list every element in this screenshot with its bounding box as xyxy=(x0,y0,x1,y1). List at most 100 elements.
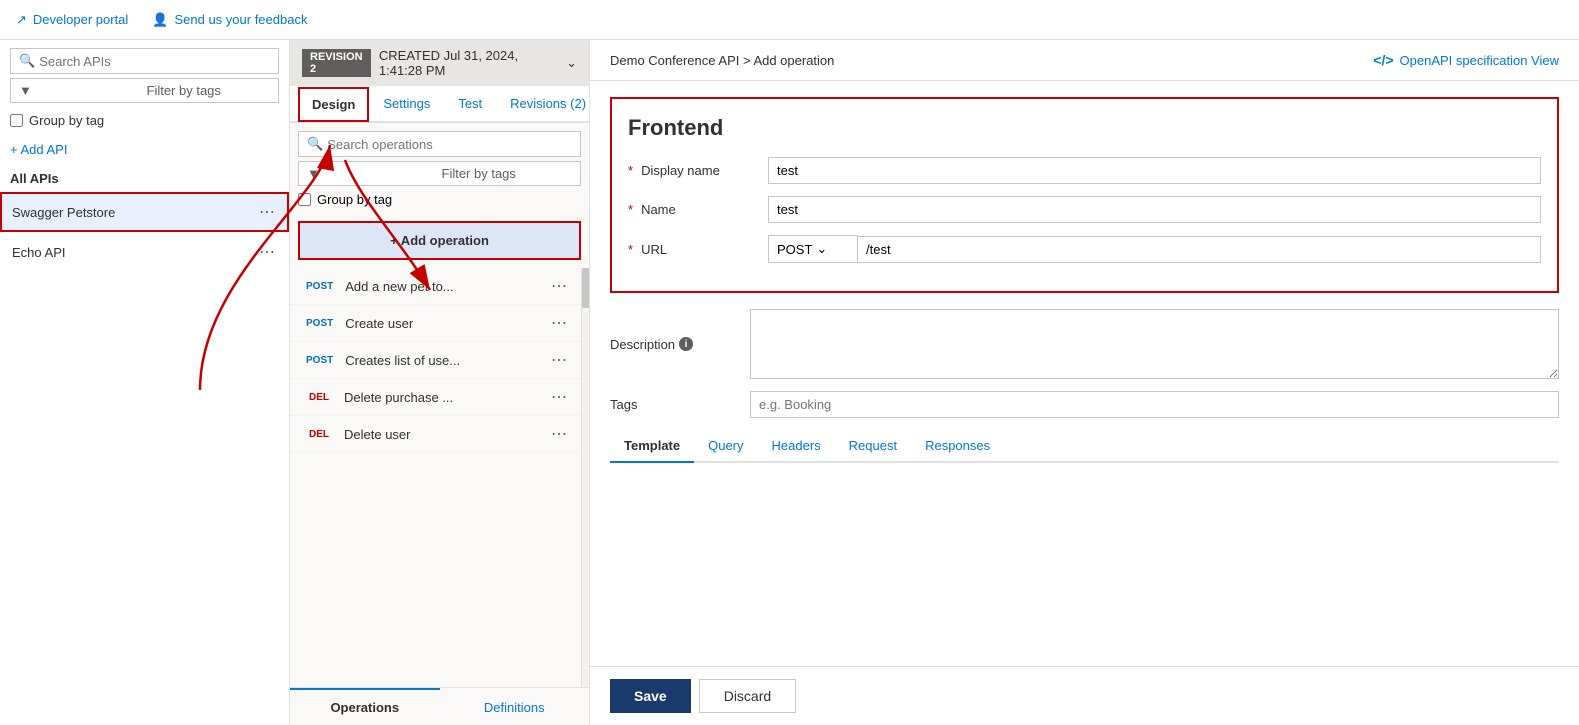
op-item-0[interactable]: POST Add a new pet to... ⋯ xyxy=(290,268,581,305)
filter-icon: ▼ xyxy=(19,83,143,98)
openapi-icon: </> xyxy=(1373,52,1393,68)
op-item-3[interactable]: DEL Delete purchase ... ⋯ xyxy=(290,379,581,416)
group-by-tag-checkbox[interactable] xyxy=(10,114,23,127)
api-name-echo: Echo API xyxy=(12,245,65,260)
ops-group-tag-row: Group by tag xyxy=(298,190,581,213)
op-dots-3[interactable]: ⋯ xyxy=(551,387,569,407)
frontend-title: Frontend xyxy=(628,115,1541,141)
revision-bar: REVISION 2 CREATED Jul 31, 2024, 1:41:28… xyxy=(290,40,589,86)
ops-search-input[interactable] xyxy=(327,137,572,152)
method-select[interactable]: POST ⌄ xyxy=(768,235,858,263)
sub-tab-responses[interactable]: Responses xyxy=(911,430,1004,463)
display-name-input[interactable] xyxy=(768,157,1541,184)
ops-group-tag-checkbox[interactable] xyxy=(298,193,311,206)
op-dots-1[interactable]: ⋯ xyxy=(551,313,569,333)
ops-search-icon: 🔍 xyxy=(307,136,323,152)
scroll-track[interactable] xyxy=(581,268,589,687)
required-star-name: * xyxy=(628,202,633,217)
op-dots-4[interactable]: ⋯ xyxy=(551,424,569,444)
feedback-label: Send us your feedback xyxy=(174,12,307,27)
op-dots-2[interactable]: ⋯ xyxy=(551,350,569,370)
ops-search-box[interactable]: 🔍 xyxy=(298,131,581,157)
description-info-icon[interactable]: i xyxy=(679,337,693,351)
op-item-4[interactable]: DEL Delete user ⋯ xyxy=(290,416,581,453)
group-by-tag-label: Group by tag xyxy=(29,113,104,128)
add-operation-label: + Add operation xyxy=(390,233,489,248)
sub-tab-template[interactable]: Template xyxy=(610,430,694,463)
sidebar-search-area: 🔍 ▼ Filter by tags xyxy=(0,40,289,107)
revision-chevron-icon[interactable]: ⌄ xyxy=(566,55,577,71)
api-dots-echo[interactable]: ⋯ xyxy=(259,242,277,262)
method-badge-4: DEL xyxy=(302,427,336,442)
right-panel: Demo Conference API > Add operation </> … xyxy=(590,40,1579,725)
save-button[interactable]: Save xyxy=(610,679,691,713)
ops-list: POST Add a new pet to... ⋯ POST Create u… xyxy=(290,268,581,687)
add-operation-button[interactable]: + Add operation xyxy=(298,221,581,260)
scroll-thumb[interactable] xyxy=(582,268,589,308)
add-api-label: + Add API xyxy=(10,142,67,157)
op-name-1: Create user xyxy=(345,316,413,331)
op-item-1[interactable]: POST Create user ⋯ xyxy=(290,305,581,342)
description-label: Description i xyxy=(610,337,750,352)
ops-filter-icon: ▼ xyxy=(307,166,438,181)
op-name-2: Creates list of use... xyxy=(345,353,460,368)
sub-tab-headers[interactable]: Headers xyxy=(758,430,835,463)
bottom-tab-operations[interactable]: Operations xyxy=(290,688,440,725)
discard-button[interactable]: Discard xyxy=(699,679,796,713)
name-input[interactable] xyxy=(768,196,1541,223)
tab-design[interactable]: Design xyxy=(298,87,369,122)
url-input-row: POST ⌄ xyxy=(768,235,1541,263)
op-item-2[interactable]: POST Creates list of use... ⋯ xyxy=(290,342,581,379)
main-layout: 🔍 ▼ Filter by tags Group by tag + Add AP… xyxy=(0,40,1579,725)
tags-input[interactable] xyxy=(750,391,1559,418)
ops-filter-label: Filter by tags xyxy=(442,166,573,181)
tab-test[interactable]: Test xyxy=(444,86,496,123)
method-badge-3: DEL xyxy=(302,390,336,405)
openapi-label: OpenAPI specification View xyxy=(1400,53,1559,68)
api-dots-swagger[interactable]: ⋯ xyxy=(259,202,277,222)
tab-settings[interactable]: Settings xyxy=(369,86,444,123)
op-name-0: Add a new pet to... xyxy=(345,279,453,294)
frontend-section: Frontend * Display name * Name xyxy=(610,97,1559,293)
api-item-swagger-petstore[interactable]: Swagger Petstore ⋯ xyxy=(0,192,289,232)
all-apis-label: All APIs xyxy=(0,165,289,192)
name-row: * Name xyxy=(628,196,1541,223)
bottom-tab-definitions[interactable]: Definitions xyxy=(440,688,590,725)
tags-row: Tags xyxy=(610,391,1559,418)
url-row: * URL POST ⌄ xyxy=(628,235,1541,263)
ops-group-tag-label: Group by tag xyxy=(317,192,392,207)
filter-tags-box[interactable]: ▼ Filter by tags xyxy=(10,78,279,103)
breadcrumb: Demo Conference API > Add operation xyxy=(610,53,834,68)
name-label: * Name xyxy=(628,202,768,217)
tags-label: Tags xyxy=(610,397,750,412)
sub-tabs: Template Query Headers Request Responses xyxy=(610,430,1559,463)
ops-list-container: POST Add a new pet to... ⋯ POST Create u… xyxy=(290,268,589,687)
external-link-icon: ↗ xyxy=(16,12,27,28)
topbar: ↗ Developer portal 👤 Send us your feedba… xyxy=(0,0,1579,40)
description-textarea[interactable] xyxy=(750,309,1559,379)
method-badge-0: POST xyxy=(302,279,337,294)
display-name-label: * Display name xyxy=(628,163,768,178)
required-star-url: * xyxy=(628,242,633,257)
search-apis-box[interactable]: 🔍 xyxy=(10,48,279,74)
description-row: Description i xyxy=(610,309,1559,379)
developer-portal-label: Developer portal xyxy=(33,12,128,27)
method-chevron-icon: ⌄ xyxy=(816,241,827,257)
tab-revisions[interactable]: Revisions (2) xyxy=(496,86,600,123)
feedback-icon: 👤 xyxy=(152,12,168,28)
filter-tags-label: Filter by tags xyxy=(147,83,271,98)
add-api-button[interactable]: + Add API xyxy=(0,134,289,165)
op-dots-0[interactable]: ⋯ xyxy=(551,276,569,296)
url-label: * URL xyxy=(628,242,768,257)
search-apis-input[interactable] xyxy=(39,54,270,69)
openapi-link[interactable]: </> OpenAPI specification View xyxy=(1373,52,1559,68)
middle-panel: REVISION 2 CREATED Jul 31, 2024, 1:41:28… xyxy=(290,40,590,725)
feedback-link[interactable]: 👤 Send us your feedback xyxy=(152,12,307,28)
sub-tab-request[interactable]: Request xyxy=(835,430,911,463)
bottom-tabs: Operations Definitions xyxy=(290,687,589,725)
api-item-echo[interactable]: Echo API ⋯ xyxy=(0,232,289,272)
ops-filter-box[interactable]: ▼ Filter by tags xyxy=(298,161,581,186)
developer-portal-link[interactable]: ↗ Developer portal xyxy=(16,12,128,28)
url-path-input[interactable] xyxy=(858,236,1541,263)
sub-tab-query[interactable]: Query xyxy=(694,430,757,463)
